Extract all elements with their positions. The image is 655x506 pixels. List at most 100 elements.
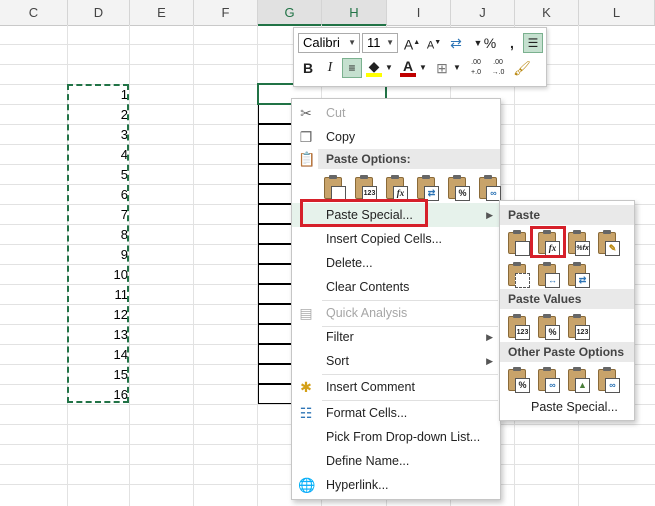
menu-label: Copy xyxy=(326,130,356,144)
menu-label: Sort xyxy=(326,354,349,368)
font-size-value: 11 xyxy=(367,35,381,50)
hyperlink-icon: 🌐 xyxy=(298,477,316,493)
paste-link-icon[interactable]: ∞ xyxy=(477,174,503,202)
paste-transpose-icon[interactable]: ⇄ xyxy=(566,261,592,289)
picture-glyph: ▲ xyxy=(575,378,590,393)
column-header-e[interactable]: E xyxy=(130,0,194,25)
transpose-glyph: ⇄ xyxy=(575,273,590,288)
paste-options-header: 📋 Paste Options: xyxy=(292,149,500,169)
menu-item-cut[interactable]: ✂ Cut xyxy=(292,101,500,125)
menu-item-insert-comment[interactable]: ✱ Insert Comment xyxy=(292,375,500,399)
menu-item-quick-analysis[interactable]: ▤ Quick Analysis xyxy=(292,301,500,325)
menu-label: Define Name... xyxy=(326,454,410,468)
paste-icon[interactable] xyxy=(322,174,348,202)
paste-special-submenu: Paste fx %fx ✎ ↔ ⇄ Paste Values 123 % 12… xyxy=(499,200,635,421)
paste-tile-label: % xyxy=(515,378,530,393)
paste-formulas-number-format-icon[interactable]: %fx xyxy=(566,229,592,257)
menu-label: Cut xyxy=(326,106,346,120)
paste-no-borders-icon[interactable] xyxy=(506,261,532,289)
menu-item-sort[interactable]: Sort ▶ xyxy=(292,349,500,373)
font-name-dropdown[interactable]: Calibri ▼ xyxy=(298,33,360,53)
menu-item-filter[interactable]: Filter ▶ xyxy=(292,325,500,349)
menu-item-hyperlink[interactable]: 🌐 Hyperlink... xyxy=(292,473,500,497)
borders-icon[interactable]: ⊞ xyxy=(432,58,452,78)
column-header-h[interactable]: H xyxy=(322,0,387,26)
menu-label: Pick From Drop-down List... xyxy=(326,430,481,444)
paste-tile-label xyxy=(515,241,530,256)
decrease-decimal-button[interactable]: .00 →.0 xyxy=(488,58,508,78)
increase-font-size-button[interactable]: A▲ xyxy=(402,33,422,53)
paste-picture-icon[interactable]: ▲ xyxy=(566,366,592,394)
mini-toolbar: Calibri ▼ 11 ▼ A▲ A▼ ⇄ ▼ % , ☰ B I ≡ ◆ ▼… xyxy=(293,27,547,87)
paste-formatting-icon[interactable]: % xyxy=(446,174,472,202)
chevron-down-icon[interactable]: ▼ xyxy=(452,58,462,78)
italic-button[interactable]: I xyxy=(320,58,340,78)
font-size-dropdown[interactable]: 11 ▼ xyxy=(362,33,398,53)
paste-formulas-icon[interactable]: fx xyxy=(384,174,410,202)
menu-item-delete[interactable]: Delete... xyxy=(292,251,500,275)
paste-linked-picture-icon[interactable]: ∞ xyxy=(596,366,622,394)
chevron-down-icon[interactable]: ▼ xyxy=(418,58,428,78)
paste-section-header: Paste xyxy=(500,205,634,225)
paste-values-source-formatting-icon[interactable]: 123 xyxy=(566,313,592,341)
column-header-g[interactable]: G xyxy=(258,0,322,26)
bold-button[interactable]: B xyxy=(298,58,318,78)
menu-label: Insert Comment xyxy=(326,380,415,394)
fill-color-icon[interactable]: ◆ xyxy=(364,58,384,78)
menu-item-format-cells[interactable]: ☷ Format Cells... xyxy=(292,401,500,425)
format-painter-icon[interactable]: 🖌 xyxy=(512,58,532,78)
menu-label: Quick Analysis xyxy=(326,306,408,320)
chevron-down-icon: ▼ xyxy=(348,38,356,47)
menu-item-clear-contents[interactable]: Clear Contents xyxy=(292,275,500,299)
paste-formulas-highlight xyxy=(530,226,566,258)
column-header-i[interactable]: I xyxy=(387,0,451,25)
submenu-item-paste-special[interactable]: Paste Special... xyxy=(500,395,634,419)
menu-item-copy[interactable]: ❐ Copy xyxy=(292,125,500,149)
paste-special-highlight xyxy=(300,199,428,227)
paste-formatting-icon[interactable]: % xyxy=(506,366,532,394)
column-header-d[interactable]: D xyxy=(68,0,130,25)
paste-keep-column-widths-icon[interactable]: ↔ xyxy=(536,261,562,289)
column-header-l[interactable]: L xyxy=(579,0,655,25)
paste-values-icon[interactable]: 123 xyxy=(353,174,379,202)
grid-line xyxy=(193,25,194,506)
increase-decimal-button[interactable]: .00 +.0 xyxy=(466,58,486,78)
column-header-c[interactable]: C xyxy=(0,0,68,25)
menu-item-insert-copied-cells[interactable]: Insert Copied Cells... xyxy=(292,227,500,251)
percent-style-button[interactable]: % xyxy=(480,33,500,53)
insert-comment-icon: ✱ xyxy=(300,379,312,395)
menu-item-define-name[interactable]: Define Name... xyxy=(292,449,500,473)
chevron-down-icon: ▼ xyxy=(386,38,394,47)
decrease-decimal-label: .00 xyxy=(493,59,503,66)
paste-values-icon[interactable]: 123 xyxy=(506,313,532,341)
center-align-icon[interactable]: ≡ xyxy=(342,58,362,78)
paste-link-icon[interactable]: ∞ xyxy=(536,366,562,394)
format-table-icon[interactable]: ☰ xyxy=(523,33,543,53)
paste-values-number-format-icon[interactable]: % xyxy=(536,313,562,341)
paste-values-section-header: Paste Values xyxy=(500,289,634,309)
submenu-arrow-icon: ▶ xyxy=(486,210,493,220)
menu-item-pick-from-dropdown[interactable]: Pick From Drop-down List... xyxy=(292,425,500,449)
paste-keep-source-formatting-icon[interactable]: ✎ xyxy=(596,229,622,257)
menu-label: Paste Special... xyxy=(531,400,618,414)
paste-tile-label xyxy=(515,273,530,288)
increase-decimal-label: .00 xyxy=(471,59,481,66)
brush-glyph: ✎ xyxy=(605,241,620,256)
paste-tile-label: %fx xyxy=(575,241,590,256)
paste-transpose-icon[interactable]: ⇄ xyxy=(415,174,441,202)
column-header-f[interactable]: F xyxy=(194,0,258,25)
column-header-k[interactable]: K xyxy=(515,0,579,25)
quick-analysis-icon: ▤ xyxy=(299,305,313,321)
number-format-icon[interactable]: ⇄ xyxy=(446,33,466,53)
menu-label: Delete... xyxy=(326,256,373,270)
paste-all-icon[interactable] xyxy=(506,229,532,257)
menu-label: Format Cells... xyxy=(326,406,408,420)
menu-label: Hyperlink... xyxy=(326,478,389,492)
decrease-font-size-button[interactable]: A▼ xyxy=(424,33,444,53)
font-color-icon[interactable]: A xyxy=(398,58,418,78)
chevron-down-icon[interactable]: ▼ xyxy=(384,58,394,78)
column-header-j[interactable]: J xyxy=(451,0,515,25)
paste-options-label: Paste Options: xyxy=(318,149,500,169)
font-name-value: Calibri xyxy=(303,35,340,50)
comma-style-button[interactable]: , xyxy=(502,33,522,53)
